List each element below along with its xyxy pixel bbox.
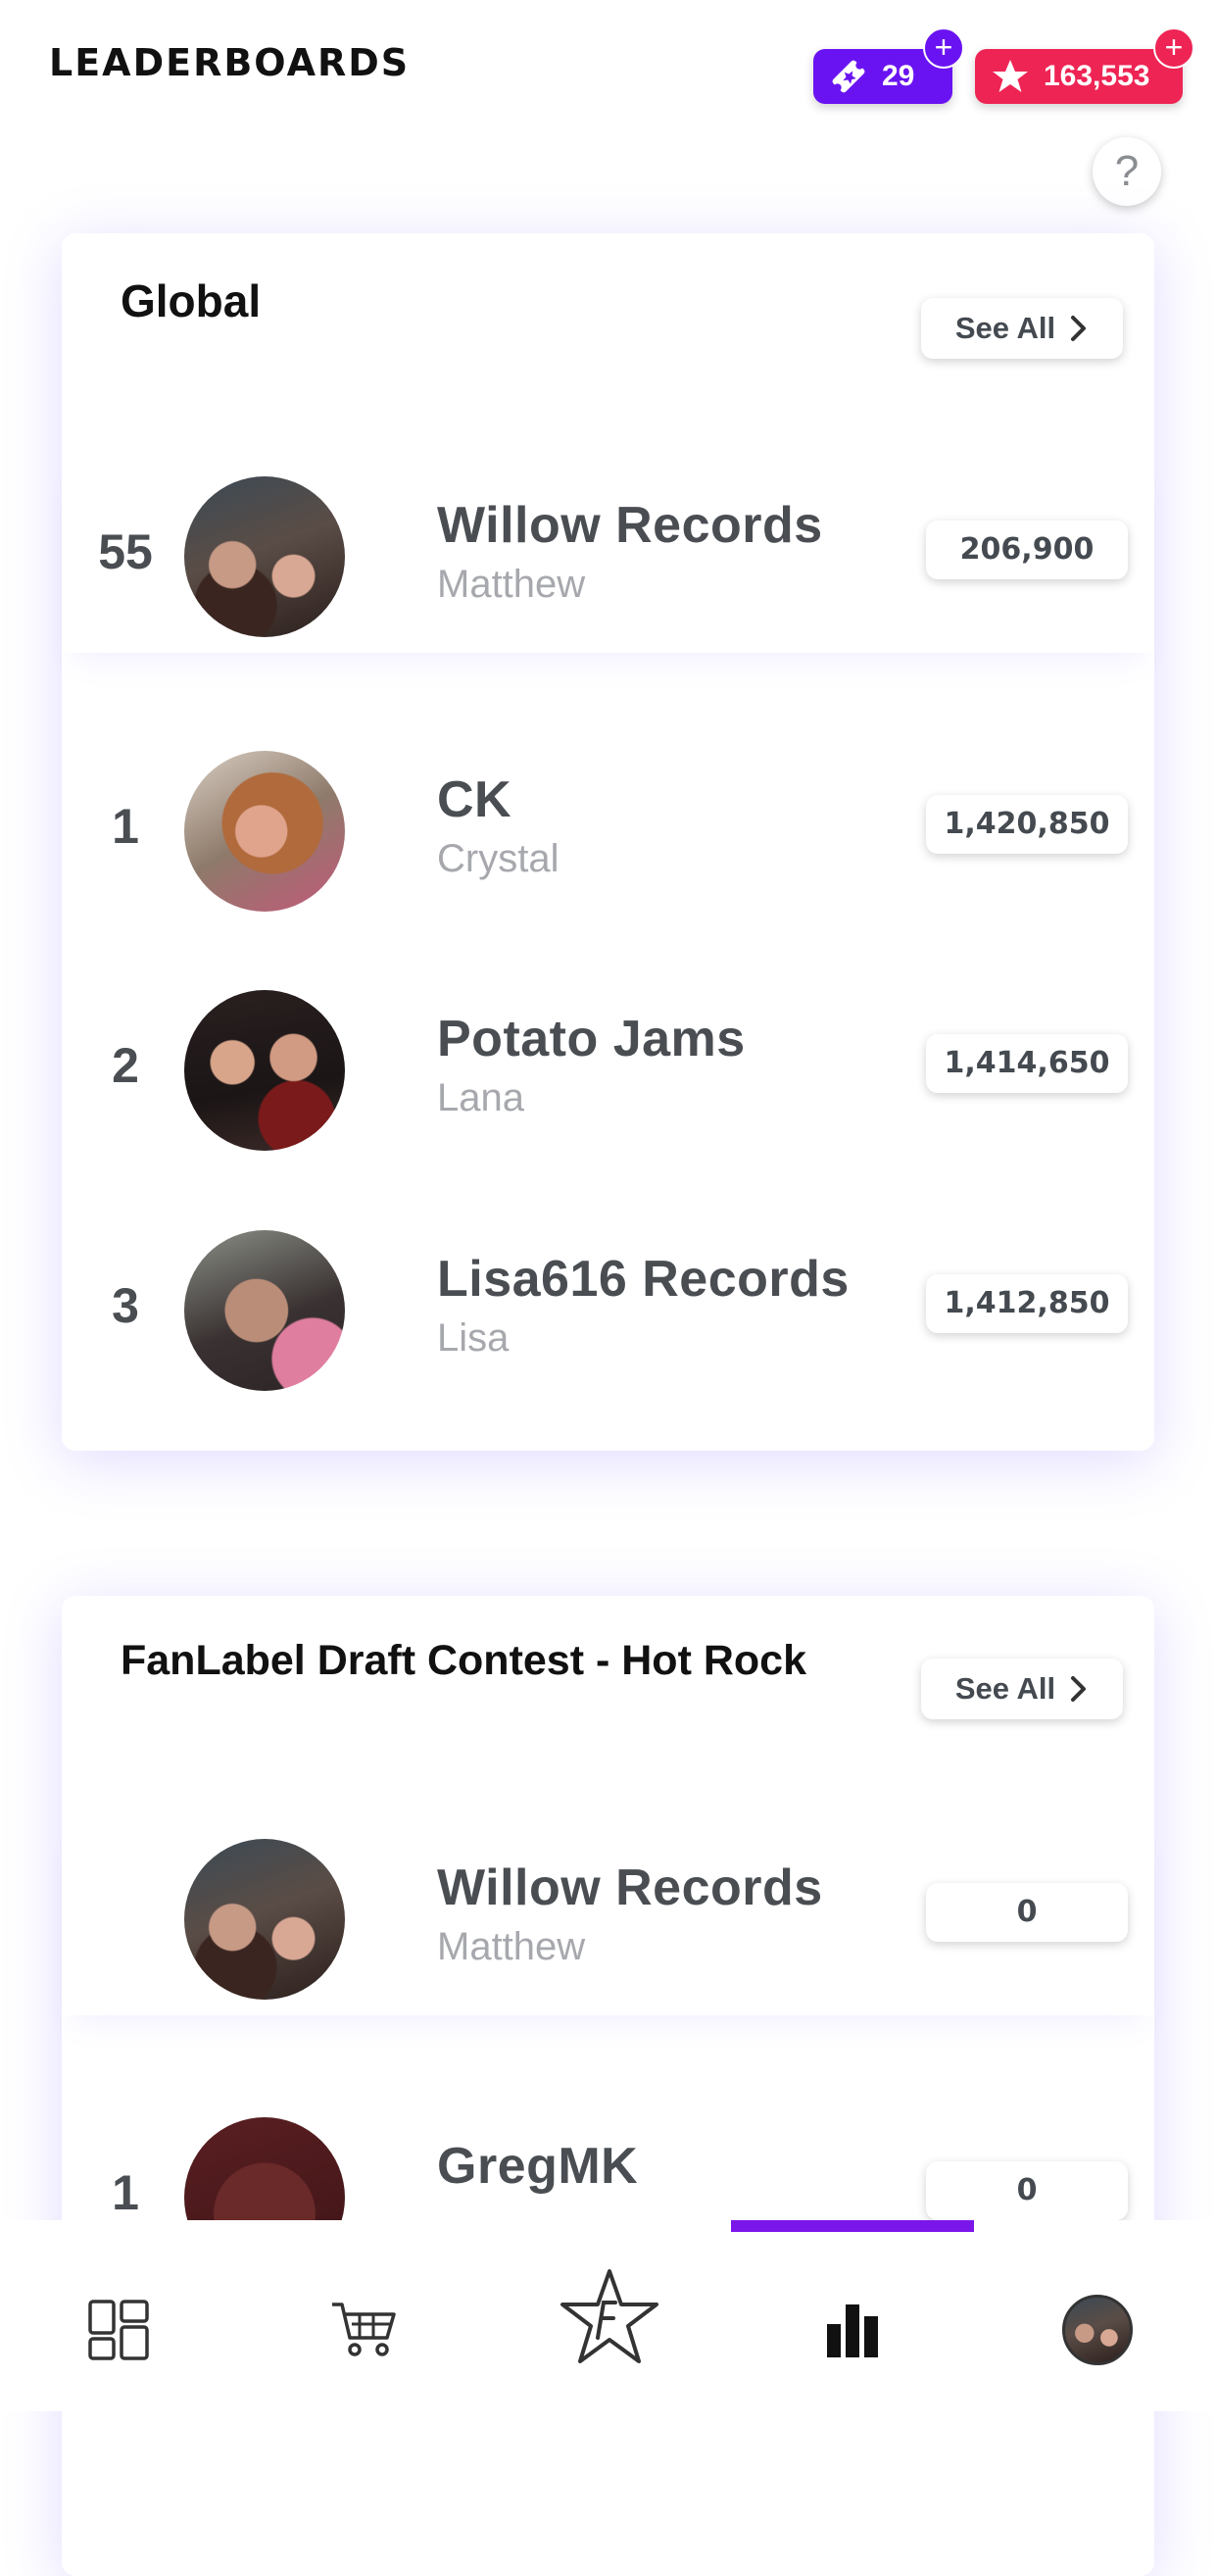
label-name: Potato Jams <box>437 1011 746 1067</box>
nav-leaderboards[interactable] <box>813 2291 892 2369</box>
nav-dashboard[interactable] <box>79 2291 158 2369</box>
label-name: Lisa616 Records <box>437 1251 850 1308</box>
rank: 55 <box>98 524 153 579</box>
avatar <box>184 751 345 912</box>
nav-profile[interactable] <box>1058 2291 1137 2369</box>
rank: 1 <box>112 2165 139 2220</box>
cart-icon <box>332 2303 396 2356</box>
rank: 1 <box>112 799 139 854</box>
user-name: Matthew <box>437 1925 586 1968</box>
global-leaderboard-card: Global See All 55 Willow Records Matthew… <box>62 233 1154 1451</box>
points-balance-button[interactable]: 163,553 + <box>975 27 1194 104</box>
rank: 3 <box>112 1278 139 1333</box>
see-all-button[interactable]: See All <box>921 1659 1123 1719</box>
chevron-right-icon <box>1071 1676 1087 1702</box>
current-user-row[interactable]: Willow Records Matthew 0 <box>62 1819 1154 2015</box>
page-title: LEADERBOARDS <box>49 41 411 84</box>
label-name: Willow Records <box>437 1859 823 1916</box>
leaderboard-row[interactable]: 3 Lisa616 Records Lisa 1,412,850 <box>62 1211 1154 1407</box>
rank: 2 <box>112 1038 139 1093</box>
chevron-right-icon <box>1071 316 1087 341</box>
see-all-button[interactable]: See All <box>921 298 1123 359</box>
see-all-label: See All <box>954 1671 1056 1706</box>
leaderboard-row[interactable]: 1 CK Crystal 1,420,850 <box>62 731 1154 927</box>
avatar <box>184 990 345 1151</box>
avatar <box>184 476 345 637</box>
avatar <box>184 1230 345 1391</box>
profile-avatar <box>1062 2295 1133 2365</box>
see-all-label: See All <box>954 311 1056 345</box>
nav-fanlabel[interactable] <box>559 2267 660 2369</box>
leaderboard-row[interactable]: 2 Potato Jams Lana 1,414,650 <box>62 970 1154 1166</box>
user-name: Lana <box>437 1076 524 1119</box>
points-count: 163,553 <box>1044 60 1150 92</box>
avatar <box>184 1839 345 2000</box>
score-badge: 1,412,850 <box>926 1274 1128 1333</box>
user-name: Matthew <box>437 563 586 606</box>
help-button[interactable]: ? <box>1093 137 1161 206</box>
label-name: Willow Records <box>437 497 823 554</box>
active-tab-indicator <box>731 2220 974 2232</box>
card-title: FanLabel Draft Contest - Hot Rock <box>121 1637 806 1684</box>
star-icon <box>993 60 1028 92</box>
dashboard-icon <box>88 2300 149 2360</box>
score-badge: 0 <box>926 2161 1128 2220</box>
score-badge: 1,420,850 <box>926 795 1128 854</box>
tickets-count: 29 <box>882 60 915 92</box>
tickets-balance-button[interactable]: 29 + <box>813 27 964 104</box>
add-points-button[interactable]: + <box>1153 27 1194 69</box>
user-name: Crystal <box>437 837 560 880</box>
contest-leaderboard-card: FanLabel Draft Contest - Hot Rock See Al… <box>62 1596 1154 2576</box>
score-badge: 0 <box>926 1883 1128 1942</box>
fanlabel-star-icon <box>560 2269 658 2363</box>
current-user-row[interactable]: 55 Willow Records Matthew 206,900 <box>62 457 1154 653</box>
label-name: CK <box>437 771 512 828</box>
card-title: Global <box>121 275 262 326</box>
label-name: GregMK <box>437 2138 639 2195</box>
leaderboard-icon <box>827 2304 878 2357</box>
score-badge: 206,900 <box>926 520 1128 579</box>
score-badge: 1,414,650 <box>926 1034 1128 1093</box>
bottom-nav <box>0 2220 1217 2411</box>
user-name: Lisa <box>437 1316 510 1360</box>
ticket-icon <box>832 60 865 93</box>
add-tickets-button[interactable]: + <box>923 27 964 69</box>
nav-store[interactable] <box>325 2291 404 2369</box>
